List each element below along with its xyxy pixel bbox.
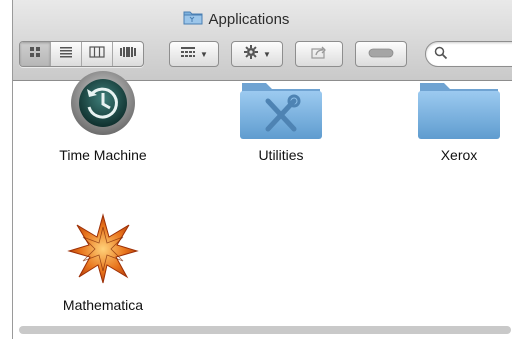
arrange-button[interactable]: ▼	[169, 41, 219, 67]
horizontal-scrollbar[interactable]	[19, 326, 511, 334]
mathematica-icon	[43, 211, 163, 285]
action-button[interactable]: ▼	[231, 41, 283, 67]
cover-flow-icon	[119, 45, 137, 63]
icon-view-area: Time Machine Utilities Xerox Mathematica	[13, 71, 512, 339]
view-mode-control	[19, 41, 144, 67]
item-utilities[interactable]: Utilities	[221, 71, 341, 163]
cover-flow-view-button[interactable]	[113, 42, 143, 66]
list-view-button[interactable]	[51, 42, 82, 66]
tag-button[interactable]	[355, 41, 407, 67]
list-icon	[59, 45, 73, 63]
item-label: Time Machine	[59, 147, 147, 163]
item-xerox[interactable]: Xerox	[409, 71, 509, 163]
folder-icon	[409, 71, 509, 141]
columns-icon	[89, 45, 105, 63]
title-bar: Applications	[13, 8, 512, 30]
folder-icon	[183, 9, 203, 30]
finder-window: Applications ▼ ▼ Time Machine Utilities …	[12, 0, 512, 339]
magnifier-icon	[434, 46, 448, 65]
item-label: Xerox	[440, 147, 478, 163]
share-button[interactable]	[295, 41, 343, 67]
grid-icon	[28, 45, 42, 63]
item-label: Utilities	[258, 147, 304, 163]
search-field[interactable]	[425, 41, 512, 67]
time-machine-icon	[43, 71, 163, 141]
toolbar: ▼ ▼	[13, 38, 512, 68]
utilities-folder-icon	[221, 71, 341, 141]
search-input[interactable]	[454, 44, 512, 64]
item-label: Mathematica	[62, 297, 144, 313]
gear-icon	[243, 44, 259, 65]
chevron-down-icon: ▼	[200, 49, 208, 59]
window-title: Applications	[208, 10, 290, 28]
arrange-grid-icon	[180, 45, 196, 63]
tag-pill-icon	[368, 45, 394, 63]
icon-view-button[interactable]	[20, 42, 51, 66]
column-view-button[interactable]	[82, 42, 113, 66]
window-toolbar-area: Applications ▼ ▼	[13, 0, 512, 81]
item-time-machine[interactable]: Time Machine	[43, 71, 163, 163]
item-mathematica[interactable]: Mathematica	[43, 211, 163, 313]
chevron-down-icon: ▼	[263, 49, 271, 59]
share-icon	[310, 45, 328, 64]
